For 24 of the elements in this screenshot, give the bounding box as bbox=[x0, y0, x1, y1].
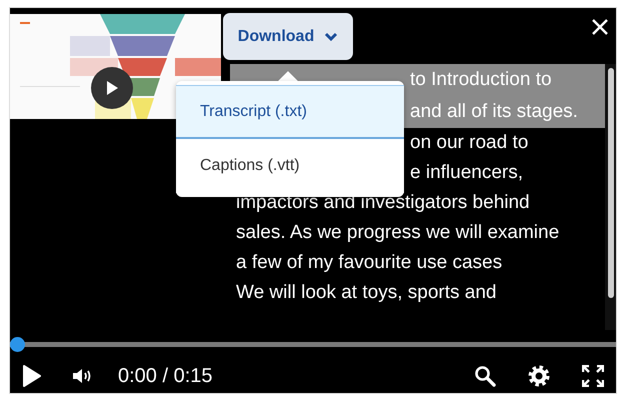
close-icon bbox=[592, 19, 608, 35]
time-display: 0:00 / 0:15 bbox=[118, 364, 213, 388]
transcript-line: to Introduction to bbox=[410, 69, 552, 90]
transcript-line: on our road to bbox=[410, 132, 528, 153]
play-icon bbox=[22, 364, 42, 388]
settings-icon bbox=[528, 364, 550, 386]
transcript-line: a few of my favourite use cases bbox=[236, 252, 502, 273]
caret-icon bbox=[324, 32, 338, 42]
menu-item[interactable]: Captions (.vtt) bbox=[176, 139, 404, 193]
transcript-line: We will look at toys, sports and bbox=[236, 282, 496, 303]
transcript-line: e influencers, bbox=[410, 162, 524, 183]
transcript-line: and all of its stages. bbox=[410, 101, 578, 122]
download-button[interactable]: Download bbox=[223, 13, 353, 60]
settings-button[interactable] bbox=[526, 362, 552, 388]
scrollbar[interactable] bbox=[605, 64, 616, 330]
menu-item[interactable]: Transcript (.txt) bbox=[176, 85, 404, 139]
transcript-line: impactors and investigators behind bbox=[236, 192, 530, 213]
close-button[interactable] bbox=[590, 17, 610, 37]
fullscreen-icon bbox=[582, 364, 604, 386]
transcript-line: sales. As we progress we will examine bbox=[236, 222, 560, 243]
progress-handle[interactable] bbox=[10, 337, 25, 352]
play-icon bbox=[106, 81, 118, 95]
search-icon bbox=[474, 364, 496, 386]
fullscreen-button[interactable] bbox=[580, 362, 606, 388]
